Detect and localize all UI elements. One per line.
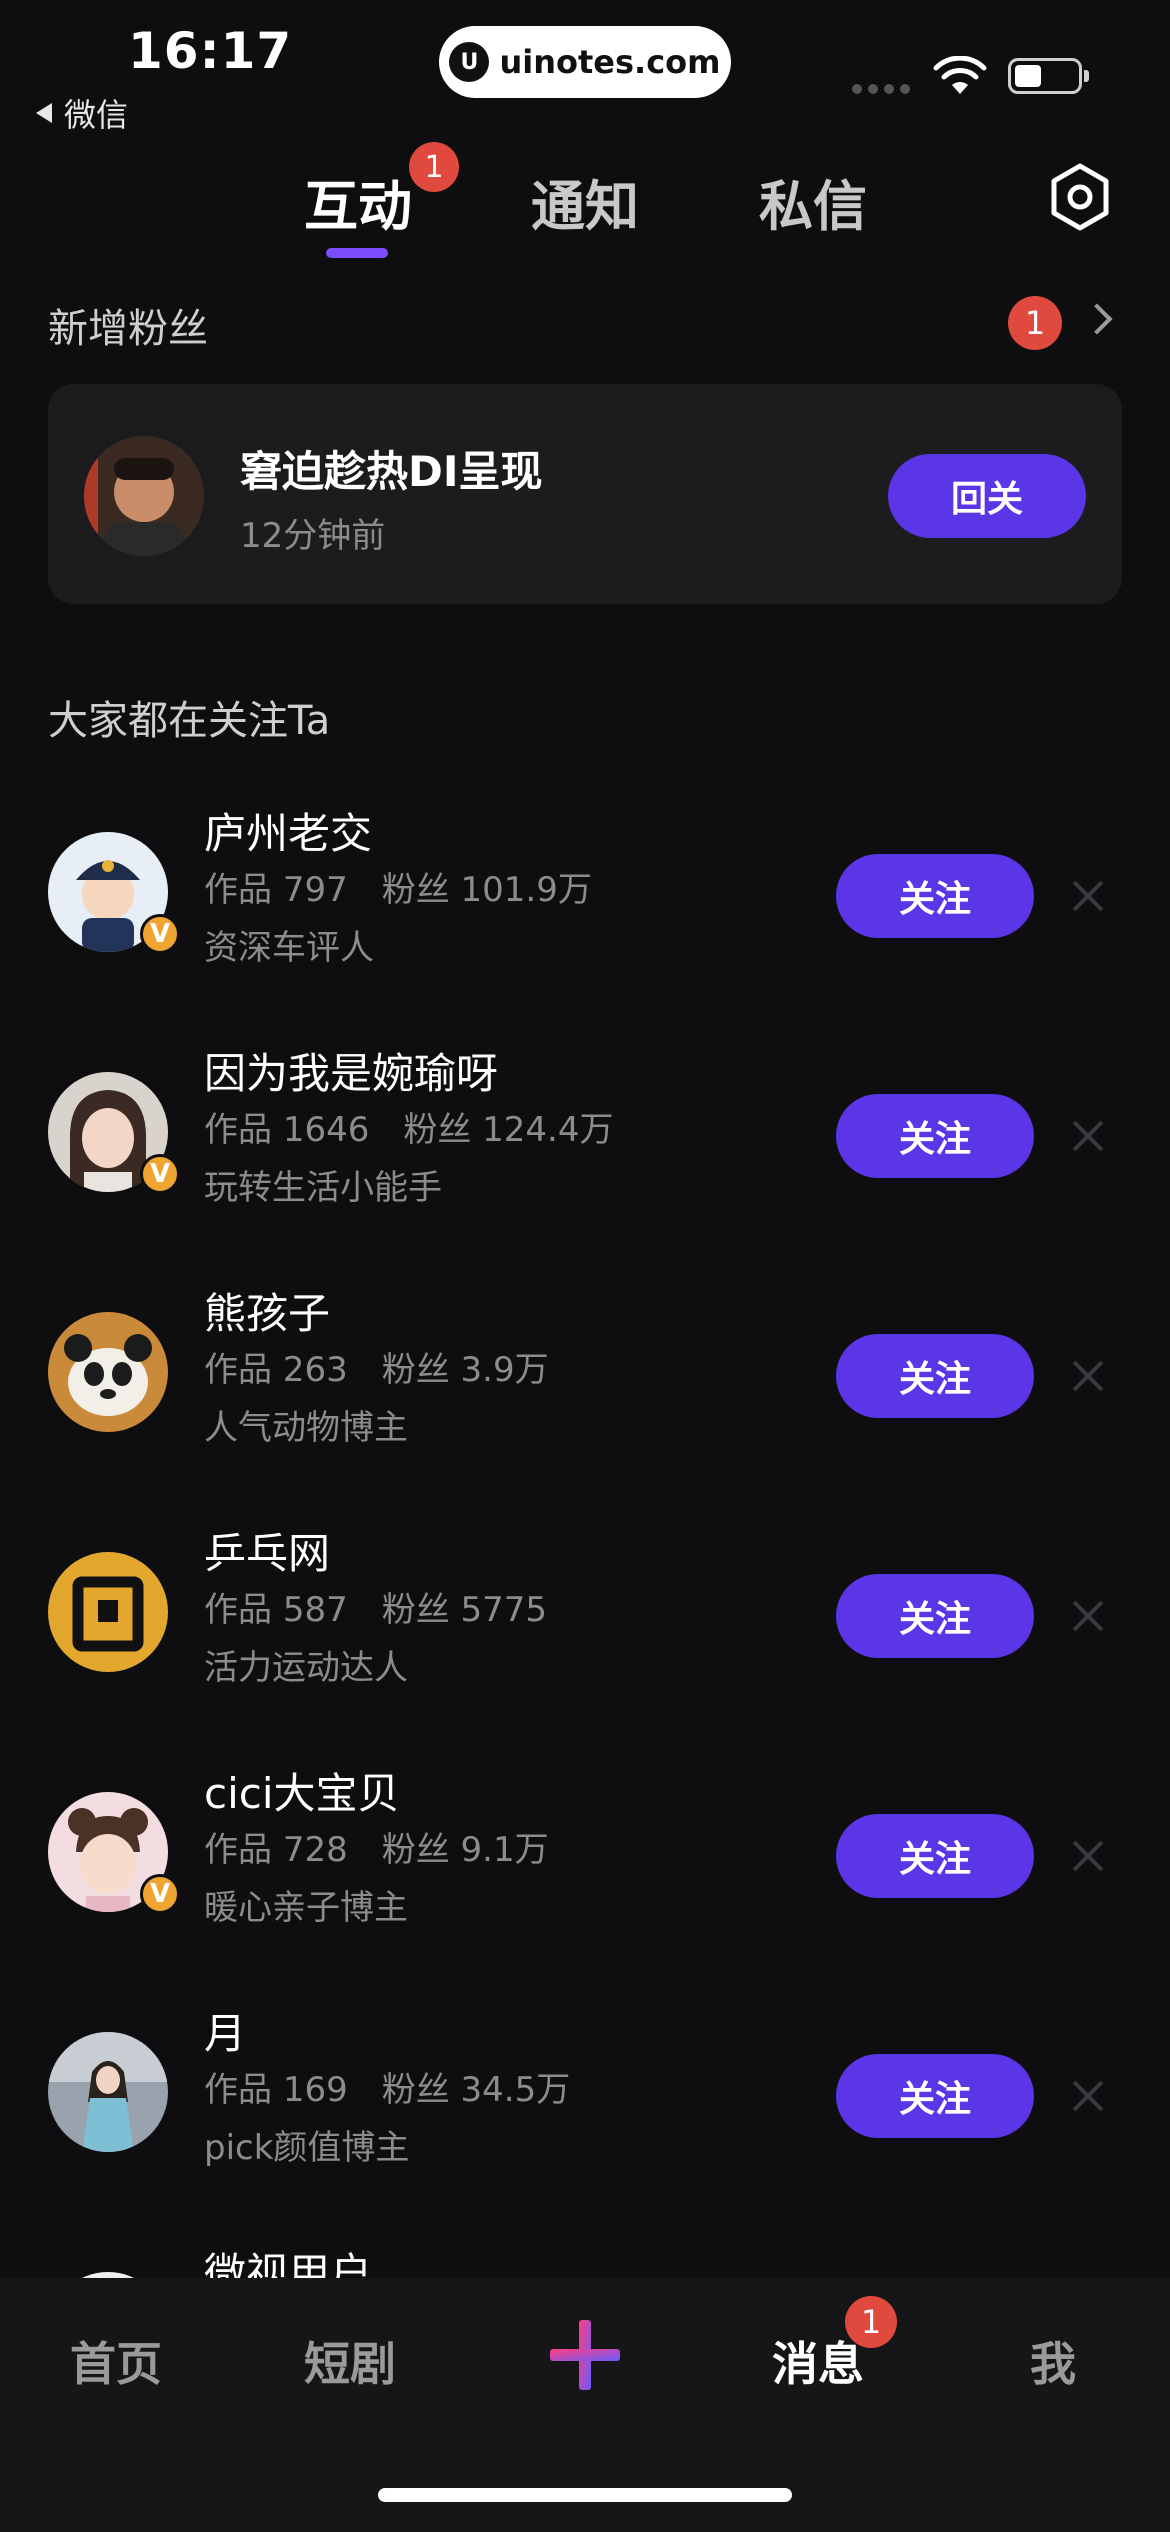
avatar[interactable] xyxy=(48,2032,168,2152)
create-plus-icon[interactable] xyxy=(548,2318,622,2392)
user-name: 因为我是婉瑜呀 xyxy=(204,1049,499,1098)
active-tab-indicator xyxy=(326,248,388,258)
nav-home[interactable]: 首页 xyxy=(70,2328,162,2394)
cellular-signal-icon xyxy=(852,84,910,94)
follow-button[interactable]: 关注 xyxy=(836,2054,1034,2138)
user-description: 玩转生活小能手 xyxy=(204,1168,442,1208)
user-name: 乒乓网 xyxy=(204,1529,331,1578)
list-item[interactable]: V 因为我是婉瑜呀 作品 1646 粉丝 124.4万 玩转生活小能手 关注 xyxy=(0,1012,1170,1252)
back-app-label: 微信 xyxy=(64,96,129,134)
user-stats: 作品 797 粉丝 101.9万 xyxy=(204,870,592,910)
fan-name: 窘迫趁热DI呈现 xyxy=(240,447,543,496)
user-stats: 作品 587 粉丝 5775 xyxy=(204,1590,548,1630)
user-stats: 作品 1646 粉丝 124.4万 xyxy=(204,1110,614,1150)
url-text: uinotes.com xyxy=(499,43,721,81)
list-item[interactable]: 月 作品 169 粉丝 34.5万 pick颜值博主 关注 xyxy=(0,1972,1170,2212)
list-item[interactable]: 乒乓网 作品 587 粉丝 5775 活力运动达人 关注 xyxy=(0,1492,1170,1732)
avatar[interactable] xyxy=(48,1552,168,1672)
battery-tip-icon xyxy=(1084,70,1089,82)
close-icon[interactable] xyxy=(1068,1356,1108,1396)
tab-interactions[interactable]: 互动 xyxy=(304,162,412,241)
verified-badge-icon: V xyxy=(140,1874,180,1914)
tab-private-messages[interactable]: 私信 xyxy=(759,162,867,241)
battery-icon xyxy=(1008,58,1082,94)
new-fan-card[interactable]: 窘迫趁热DI呈现 12分钟前 回关 xyxy=(48,384,1122,604)
interactions-badge: 1 xyxy=(409,142,459,192)
back-to-app-link[interactable]: 微信 xyxy=(36,90,128,136)
list-item[interactable]: V cici大宝贝 作品 728 粉丝 9.1万 暖心亲子博主 关注 xyxy=(0,1732,1170,1972)
status-bar: 16:17 微信 U uinotes.com xyxy=(0,0,1170,140)
user-name: 月 xyxy=(204,2009,247,2058)
nav-me[interactable]: 我 xyxy=(1030,2328,1076,2394)
settings-hexagon-icon[interactable] xyxy=(1048,162,1112,232)
follow-button[interactable]: 关注 xyxy=(836,1094,1034,1178)
verified-badge-icon: V xyxy=(140,914,180,954)
suggested-heading: 大家都在关注Ta xyxy=(48,698,331,744)
url-pill: U uinotes.com xyxy=(439,26,731,98)
user-name: 熊孩子 xyxy=(204,1289,331,1338)
back-arrow-icon xyxy=(36,103,52,123)
uinotes-logo-icon: U xyxy=(449,42,490,82)
list-item[interactable]: V 庐州老交 作品 797 粉丝 101.9万 资深车评人 关注 xyxy=(0,772,1170,1012)
user-name: cici大宝贝 xyxy=(204,1769,400,1818)
user-description: pick颜值博主 xyxy=(204,2128,410,2168)
fan-time: 12分钟前 xyxy=(240,516,386,556)
user-stats: 作品 728 粉丝 9.1万 xyxy=(204,1830,549,1870)
chevron-right-icon[interactable] xyxy=(1081,303,1113,335)
user-name: 庐州老交 xyxy=(204,809,373,858)
follow-button[interactable]: 关注 xyxy=(836,1334,1034,1418)
new-fans-count-badge: 1 xyxy=(1008,296,1062,350)
top-tabs: 互动 通知 私信 xyxy=(0,150,1170,270)
follow-button[interactable]: 关注 xyxy=(836,1814,1034,1898)
follow-back-button[interactable]: 回关 xyxy=(888,454,1086,538)
verified-badge-icon: V xyxy=(140,1154,180,1194)
close-icon[interactable] xyxy=(1068,2076,1108,2116)
follow-button[interactable]: 关注 xyxy=(836,1574,1034,1658)
messages-badge: 1 xyxy=(845,2296,897,2348)
user-stats: 作品 169 粉丝 34.5万 xyxy=(204,2070,571,2110)
home-indicator xyxy=(378,2488,792,2502)
list-item[interactable]: 熊孩子 作品 263 粉丝 3.9万 人气动物博主 关注 xyxy=(0,1252,1170,1492)
user-stats: 作品 263 粉丝 3.9万 xyxy=(204,1350,549,1390)
user-description: 活力运动达人 xyxy=(204,1648,408,1688)
close-icon[interactable] xyxy=(1068,1596,1108,1636)
user-description: 人气动物博主 xyxy=(204,1408,408,1448)
user-description: 暖心亲子博主 xyxy=(204,1888,408,1928)
new-fans-heading: 新增粉丝 xyxy=(48,306,208,352)
close-icon[interactable] xyxy=(1068,1836,1108,1876)
avatar[interactable] xyxy=(48,1312,168,1432)
tab-notifications[interactable]: 通知 xyxy=(531,162,639,241)
close-icon[interactable] xyxy=(1068,876,1108,916)
avatar[interactable] xyxy=(84,436,204,556)
nav-short-drama[interactable]: 短剧 xyxy=(304,2328,396,2394)
wifi-icon xyxy=(933,56,987,94)
close-icon[interactable] xyxy=(1068,1116,1108,1156)
status-time: 16:17 xyxy=(128,22,293,80)
messages-page: 16:17 微信 U uinotes.com 互动 通知 私信 1 新增粉丝 1 xyxy=(0,0,1170,2532)
user-description: 资深车评人 xyxy=(204,928,374,968)
follow-button[interactable]: 关注 xyxy=(836,854,1034,938)
